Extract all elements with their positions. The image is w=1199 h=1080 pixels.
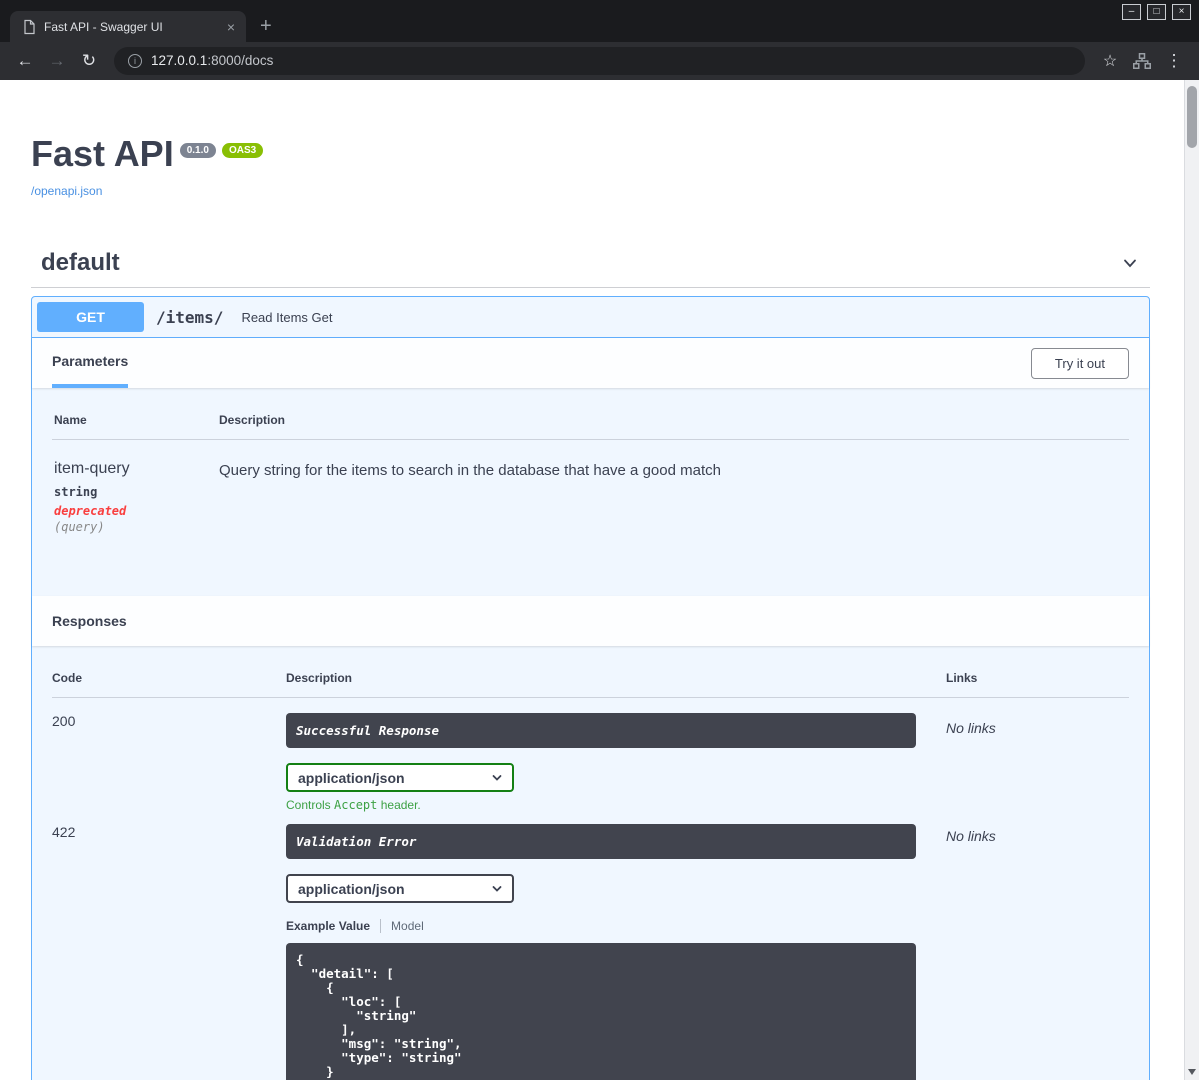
url-path: :8000/docs [207,53,274,68]
try-it-out-button[interactable]: Try it out [1030,347,1129,379]
http-method-badge: GET [37,302,144,332]
parameter-location: (query) [54,520,105,534]
scrollbar-thumb[interactable] [1187,86,1197,148]
response-422-description: Validation Error application/json Exampl… [286,824,946,1080]
browser-menu-icon[interactable]: ⋮ [1159,51,1189,71]
sitemap-icon[interactable] [1127,53,1157,69]
tab-model[interactable]: Model [391,919,424,933]
col-header-description: Description [219,413,286,427]
bookmark-star-icon[interactable]: ☆ [1095,51,1125,71]
response-message-panel: Successful Response [286,713,916,748]
operation-summary[interactable]: GET /items/ Read Items Get [32,297,1149,338]
media-type-select[interactable]: application/json [286,874,514,903]
window-controls: – □ × [1122,4,1191,20]
parameter-deprecated-flag: deprecated [54,504,127,518]
browser-toolbar: ← → ↻ i 127.0.0.1:8000/docs ☆ ⋮ [0,42,1199,80]
operation-path: /items/ [156,307,224,327]
example-value-code: { "detail": [ { "loc": [ "string" ], "ms… [286,943,916,1080]
response-message-panel: Validation Error [286,824,916,859]
swagger-page: Fast API 0.1.0 OAS3 /openapi.json default … [0,80,1184,1080]
response-links: No links [946,720,996,736]
address-bar[interactable]: i 127.0.0.1:8000/docs [114,47,1085,75]
media-type-select[interactable]: application/json [286,763,514,792]
tag-section-header[interactable]: default [31,249,1150,288]
tab-strip: Fast API - Swagger UI × + [10,11,286,42]
parameter-type: string [54,485,98,499]
parameter-description: Query string for the items to search in … [219,462,721,479]
url-host: 127.0.0.1 [151,53,208,68]
example-model-tabs: Example Value Model [286,919,946,933]
forward-icon: → [48,51,66,70]
minimize-button[interactable]: – [1122,4,1141,20]
tag-title: default [41,249,120,276]
accept-note-prefix: Controls [286,798,335,812]
parameters-table-head: Name Description [52,413,1129,440]
tab-example-value[interactable]: Example Value [286,919,370,933]
page-scrollbar[interactable] [1184,80,1199,1080]
response-200-description: Successful Response application/json Con… [286,713,946,812]
back-icon[interactable]: ← [10,51,40,71]
site-info-icon[interactable]: i [128,54,142,68]
accept-note-suffix: header. [377,798,421,812]
page-favicon-icon [22,19,36,35]
api-title-text: Fast API [31,133,174,174]
reload-icon[interactable]: ↻ [74,51,104,71]
media-type-value: application/json [298,880,405,897]
parameters-table: Name Description item-query string depre… [32,388,1149,596]
tab-parameters[interactable]: Parameters [52,338,129,388]
parameter-row: item-query string deprecated (query) Que… [52,440,1129,534]
select-chevron-icon [491,772,503,784]
select-chevron-icon [491,883,503,895]
parameter-name: item-query [54,460,130,477]
openapi-spec-link[interactable]: /openapi.json [31,184,102,198]
tab-separator [380,919,382,933]
responses-title: Responses [52,613,127,629]
oas-badge: OAS3 [221,143,264,158]
response-code: 200 [52,713,76,729]
api-info: Fast API 0.1.0 OAS3 /openapi.json [31,80,1150,200]
responses-header: Responses [32,596,1149,646]
media-type-value: application/json [298,769,405,786]
parameter-meta: item-query string deprecated (query) [54,460,219,534]
col-header-resp-description: Description [286,671,353,685]
page-viewport: Fast API 0.1.0 OAS3 /openapi.json default … [0,80,1199,1080]
version-badge: 0.1.0 [179,143,216,158]
new-tab-button[interactable]: + [246,15,286,42]
col-header-code: Code [52,671,82,685]
response-row-422: 422 Validation Error application/json Ex… [52,812,1129,1080]
col-header-links: Links [946,671,978,685]
tab-title: Fast API - Swagger UI [44,19,163,34]
responses-table: Code Description Links 200 Successful Re… [32,646,1149,1080]
api-title: Fast API 0.1.0 OAS3 [31,133,1150,175]
browser-window: Fast API - Swagger UI × + – □ × ← → ↻ i … [0,0,1199,1080]
col-header-name: Name [54,413,87,427]
response-code: 422 [52,824,76,840]
browser-tab[interactable]: Fast API - Swagger UI × [10,11,246,42]
window-close-button[interactable]: × [1172,4,1191,20]
chevron-down-icon[interactable] [1120,253,1140,273]
operation-description: Read Items Get [241,309,333,325]
scrollbar-down-arrow-icon[interactable] [1188,1069,1196,1075]
tab-close-icon[interactable]: × [224,19,238,35]
parameters-header: Parameters Try it out [32,338,1149,388]
accept-note-code: Accept [334,798,378,812]
window-titlebar: Fast API - Swagger UI × + – □ × [0,0,1199,42]
response-row-200: 200 Successful Response application/json [52,698,1129,812]
maximize-button[interactable]: □ [1147,4,1166,20]
response-links: No links [946,828,996,844]
opblock-get-items: GET /items/ Read Items Get Parameters Tr… [31,296,1150,1080]
accept-header-note: Controls Accept header. [286,798,946,812]
responses-table-head: Code Description Links [52,671,1129,698]
